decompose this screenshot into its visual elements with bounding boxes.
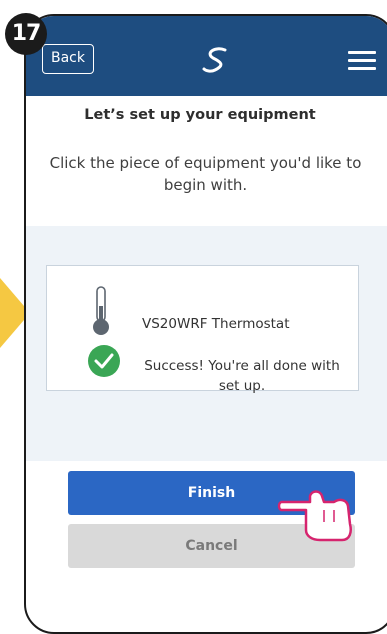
setup-status-text: Success! You're all done with set up. — [144, 358, 340, 394]
equipment-card[interactable]: VS20WRF Thermostat Success! You're all d… — [46, 265, 359, 394]
brand-s-logo-icon — [202, 47, 227, 73]
hamburger-menu-icon[interactable] — [348, 51, 376, 71]
step-number-badge: 17 — [5, 13, 47, 55]
thermometer-icon — [93, 286, 109, 335]
phone-frame: Back Let’s set up your equipment Click t… — [24, 14, 387, 634]
check-circle-icon — [88, 345, 120, 377]
equipment-name: VS20WRF Thermostat — [142, 316, 290, 332]
instruction-text: Click the piece of equipment you'd like … — [49, 154, 362, 194]
page-title: Let’s set up your equipment — [84, 107, 316, 123]
app-header: Back — [26, 16, 387, 96]
back-button[interactable]: Back — [42, 44, 94, 74]
pointing-hand-icon — [277, 490, 352, 542]
